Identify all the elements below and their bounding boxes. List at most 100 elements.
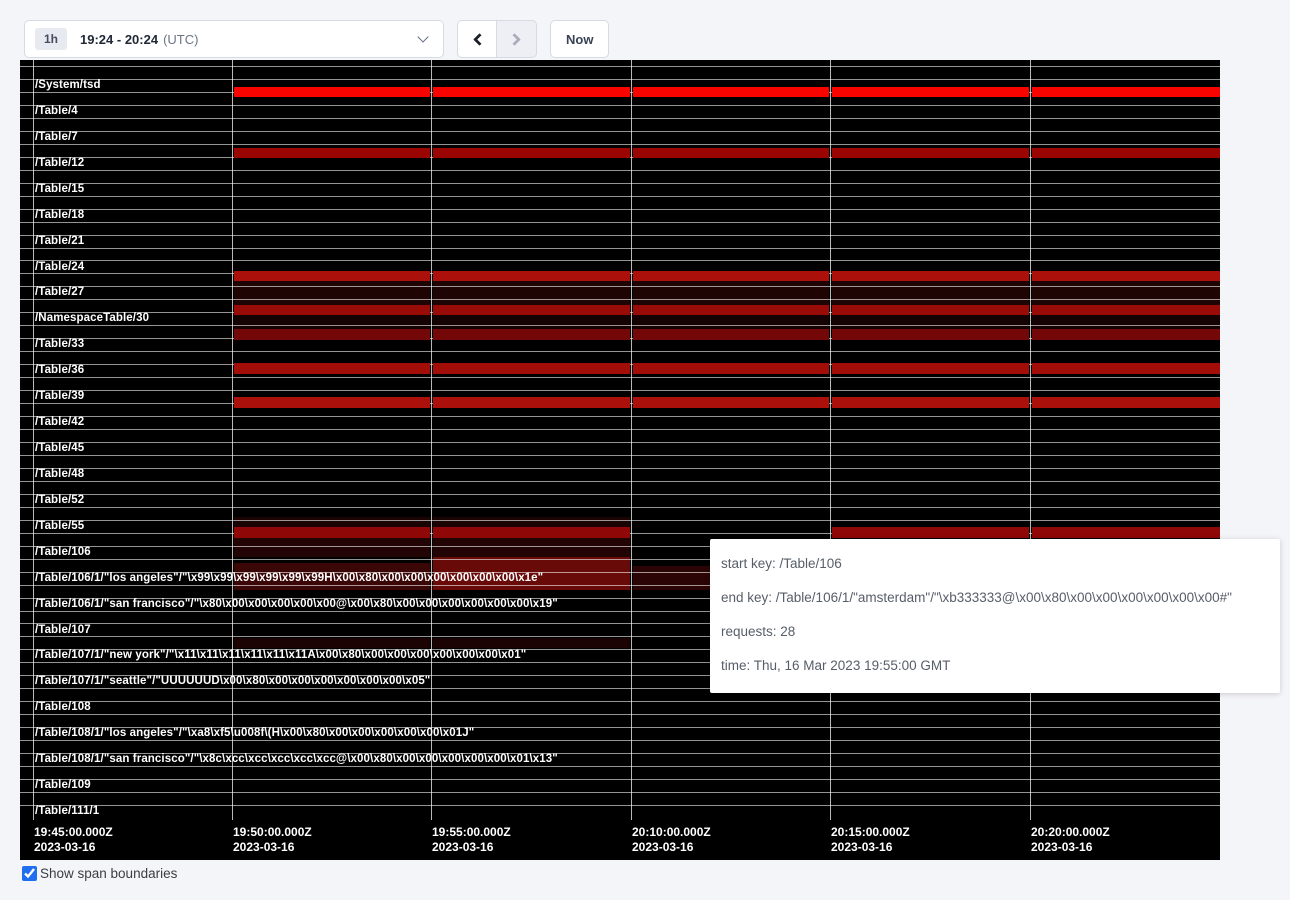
heat-band[interactable] [1032,363,1220,374]
span-boundary-line [20,520,1220,521]
span-boundary-line [20,325,1220,326]
heat-band[interactable] [234,363,430,374]
heat-band[interactable] [832,329,1029,340]
row-label: /Table/36 [35,364,84,376]
row-label: /Table/55 [35,520,84,532]
span-boundary-line [20,766,1220,767]
heat-band[interactable] [1032,148,1220,158]
duration-chip: 1h [35,28,67,50]
heat-band[interactable] [234,148,430,158]
heat-band[interactable] [234,638,430,648]
row-label: /Table/33 [35,338,84,350]
heat-band[interactable] [832,397,1029,408]
heat-band[interactable] [433,517,630,527]
row-label: /Table/106 [35,546,91,558]
heat-band[interactable] [234,517,430,527]
heat-band[interactable] [234,271,430,281]
time-nav-group [457,20,537,58]
show-span-boundaries-control: Show span boundaries [22,866,177,881]
heat-band[interactable] [234,397,430,408]
tooltip-line: end key: /Table/106/1/"amsterdam"/"\xb33… [721,581,1280,615]
heat-band[interactable] [234,527,430,538]
heat-band[interactable] [832,148,1029,158]
span-boundary-line [20,299,1220,300]
time-range-label: 19:24 - 20:24 [80,32,158,47]
row-label: /Table/52 [35,494,84,506]
span-boundary-line [20,209,1220,210]
row-label: /Table/106/1/"los angeles"/"\x99\x99\x99… [35,572,543,584]
heat-band[interactable] [433,363,630,374]
heat-band[interactable] [1032,271,1220,281]
heat-band[interactable] [633,148,829,158]
key-span-tooltip: start key: /Table/106end key: /Table/106… [710,539,1280,693]
key-visualizer-canvas[interactable]: /System/tsd/Table/4/Table/7/Table/12/Tab… [20,60,1220,860]
heat-band[interactable] [234,329,430,340]
heat-band[interactable] [433,271,630,281]
heat-band[interactable] [633,397,829,408]
heat-band[interactable] [1032,397,1220,408]
span-boundary-line [20,260,1220,261]
span-boundary-line [20,494,1220,495]
tooltip-line: requests: 28 [721,615,1280,649]
chevron-down-icon [417,31,428,42]
time-range-picker[interactable]: 1h 19:24 - 20:24 (UTC) [24,20,444,58]
row-label: /Table/108 [35,701,91,713]
next-time-button[interactable] [497,20,537,58]
time-bucket-line [631,60,632,820]
tooltip-line: start key: /Table/106 [721,547,1280,581]
heat-band[interactable] [1032,305,1220,315]
heat-band[interactable] [1032,87,1220,97]
prev-time-button[interactable] [457,20,497,58]
heat-band[interactable] [633,329,829,340]
row-label: /Table/108/1/"los angeles"/"\xa8\xf5\u00… [35,727,474,739]
x-axis-tick: 20:20:00.000Z2023-03-16 [1031,825,1110,855]
row-label: /Table/18 [35,209,84,221]
row-label: /System/tsd [35,79,101,91]
heat-band[interactable] [433,87,630,97]
span-boundary-line [20,416,1220,417]
heat-band[interactable] [234,315,430,329]
x-axis-tick: 19:55:00.000Z2023-03-16 [432,825,511,855]
span-boundary-line [20,79,1220,80]
x-axis-tick: 20:10:00.000Z2023-03-16 [632,825,711,855]
row-label: /Table/4 [35,105,78,117]
heat-band[interactable] [433,538,630,557]
row-label: /NamespaceTable/30 [35,312,149,324]
now-button[interactable]: Now [550,20,609,58]
heat-band[interactable] [832,271,1029,281]
heat-band[interactable] [1032,527,1220,538]
heat-band[interactable] [832,315,1029,329]
span-boundary-line [20,468,1220,469]
row-label: /Table/24 [35,261,84,273]
row-label: /Table/111/1 [35,805,99,817]
plot-area[interactable]: /System/tsd/Table/4/Table/7/Table/12/Tab… [20,60,1220,820]
heat-band[interactable] [633,271,829,281]
heat-band[interactable] [234,305,430,315]
heat-band[interactable] [832,87,1029,97]
heat-band[interactable] [433,397,630,408]
heat-band[interactable] [633,305,829,315]
heat-band[interactable] [433,527,630,538]
x-axis-tick: 20:15:00.000Z2023-03-16 [831,825,910,855]
heat-band[interactable] [433,148,630,158]
show-span-boundaries-checkbox[interactable] [22,866,37,881]
heat-band[interactable] [832,305,1029,315]
heat-band[interactable] [832,363,1029,374]
heat-band[interactable] [433,329,630,340]
heat-band[interactable] [1032,315,1220,329]
heat-band[interactable] [234,87,430,97]
heat-band[interactable] [433,305,630,315]
heat-band[interactable] [433,638,630,648]
span-boundary-line [20,481,1220,482]
chevron-right-icon [508,33,521,46]
heat-band[interactable] [633,363,829,374]
heat-band[interactable] [633,315,829,329]
heat-band[interactable] [633,87,829,97]
heat-band[interactable] [1032,329,1220,340]
time-bucket-line [33,60,34,820]
heat-band[interactable] [433,315,630,329]
heat-band[interactable] [832,527,1029,538]
time-bucket-line [431,60,432,820]
heat-band[interactable] [234,538,430,557]
chevron-left-icon [473,33,486,46]
